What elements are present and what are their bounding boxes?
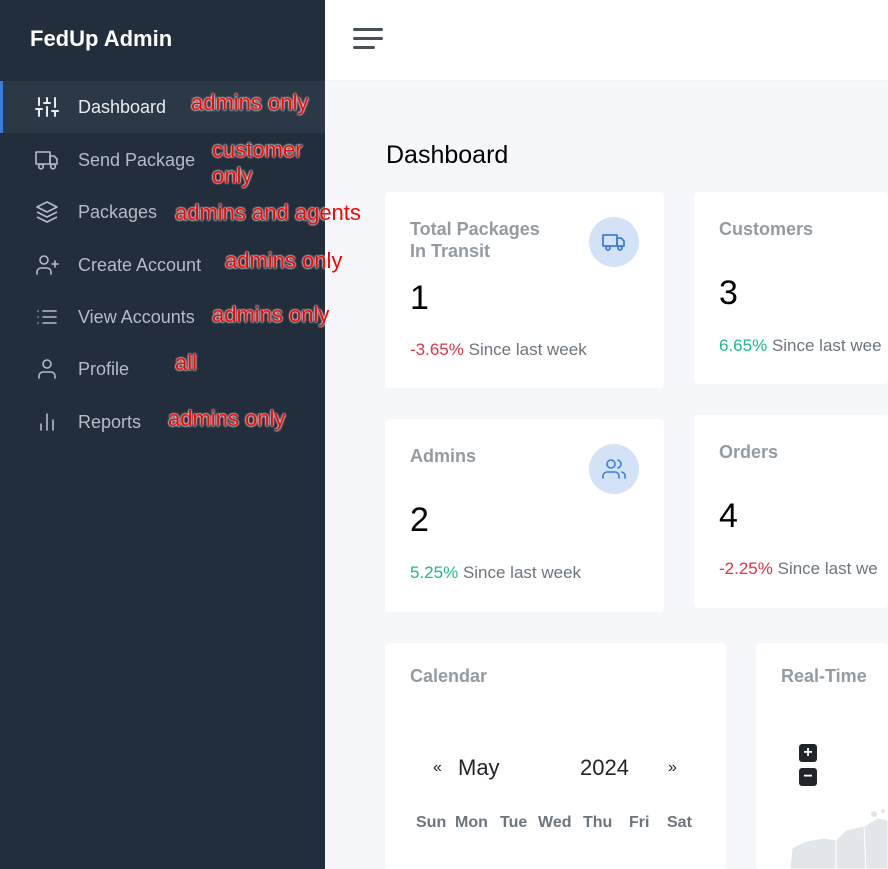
- annotation-note: admins only: [225, 248, 343, 273]
- weekday-label: Sat: [667, 814, 692, 831]
- change-percent: 6.65%: [719, 336, 768, 355]
- zoom-in-button[interactable]: +: [799, 744, 817, 762]
- weekday-label: Sun: [416, 814, 447, 831]
- sidebar: FedUp Admin Dashboard Send Package Packa…: [0, 0, 325, 869]
- calendar-month[interactable]: May: [458, 755, 500, 781]
- world-map-graphic[interactable]: [786, 808, 888, 869]
- sidebar-item-label: Dashboard: [78, 96, 167, 117]
- annotation-note: all: [175, 350, 198, 375]
- calendar-year[interactable]: 2024: [580, 755, 629, 781]
- stat-card-total-packages: Total Packages In Transit 1 -3.65% Since…: [385, 192, 664, 388]
- since-text: Since last wee: [771, 336, 882, 355]
- annotation-note: admins and agents: [175, 200, 361, 225]
- stat-card-orders: Orders 4 -2.25% Since last we: [694, 415, 888, 608]
- annotation-note: admins only: [191, 90, 309, 115]
- layers-icon: [35, 200, 59, 224]
- truck-icon: [589, 217, 639, 267]
- hamburger-menu-icon[interactable]: [353, 28, 383, 52]
- calendar-card: Calendar « May 2024 » Sun Mon Tue Wed Th…: [385, 643, 726, 869]
- zoom-out-button[interactable]: −: [799, 768, 817, 786]
- card-value: 2: [410, 501, 429, 539]
- card-value: 1: [410, 279, 429, 317]
- sidebar-item-profile[interactable]: Profile: [0, 343, 325, 395]
- realtime-map-card: Real-Time + −: [756, 643, 888, 869]
- card-title: Admins: [410, 446, 477, 466]
- card-title: Customers: [719, 219, 814, 239]
- annotation-note: admins only: [168, 406, 286, 431]
- calendar-next-button[interactable]: »: [668, 759, 677, 777]
- card-footer: 6.65% Since last wee: [719, 336, 882, 356]
- sidebar-item-label: Packages: [78, 201, 158, 222]
- truck-icon: [35, 148, 59, 172]
- change-percent: 5.25%: [410, 563, 459, 582]
- bar-chart-icon: [35, 410, 59, 434]
- card-footer: 5.25% Since last week: [410, 563, 581, 583]
- sidebar-item-label: View Accounts: [78, 306, 195, 327]
- card-value: 4: [719, 497, 738, 535]
- card-footer: -3.65% Since last week: [410, 340, 587, 360]
- brand-title[interactable]: FedUp Admin: [30, 26, 172, 52]
- since-text: Since last we: [777, 559, 878, 578]
- topbar: [325, 0, 888, 80]
- change-percent: -3.65%: [410, 340, 464, 359]
- sidebar-item-label: Send Package: [78, 149, 196, 170]
- page-title: Dashboard: [386, 141, 509, 169]
- sidebar-item-label: Profile: [78, 358, 130, 379]
- sidebar-item-label: Create Account: [78, 254, 202, 275]
- card-title: Real-Time: [781, 666, 867, 686]
- card-value: 3: [719, 274, 738, 312]
- list-icon: [35, 305, 59, 329]
- weekday-label: Fri: [629, 814, 650, 831]
- weekday-label: Mon: [455, 814, 488, 831]
- weekday-label: Tue: [500, 814, 528, 831]
- card-title: Calendar: [410, 666, 488, 686]
- stat-card-customers: Customers 3 6.65% Since last wee: [694, 192, 888, 384]
- weekday-label: Wed: [538, 814, 572, 831]
- user-plus-icon: [35, 253, 59, 277]
- card-footer: -2.25% Since last we: [719, 559, 878, 579]
- since-text: Since last week: [462, 563, 582, 582]
- since-text: Since last week: [468, 340, 587, 359]
- calendar-prev-button[interactable]: «: [433, 759, 442, 777]
- annotation-note: customer only: [212, 137, 303, 188]
- card-title: Total Packages In Transit: [410, 219, 540, 261]
- weekday-label: Thu: [583, 814, 613, 831]
- sidebar-item-label: Reports: [78, 411, 142, 432]
- card-title: Orders: [719, 442, 779, 462]
- annotation-note: admins only: [212, 302, 330, 327]
- user-icon: [35, 357, 59, 381]
- stat-card-admins: Admins 2 5.25% Since last week: [385, 419, 664, 612]
- change-percent: -2.25%: [719, 559, 773, 578]
- sliders-icon: [35, 95, 59, 119]
- users-icon: [589, 444, 639, 494]
